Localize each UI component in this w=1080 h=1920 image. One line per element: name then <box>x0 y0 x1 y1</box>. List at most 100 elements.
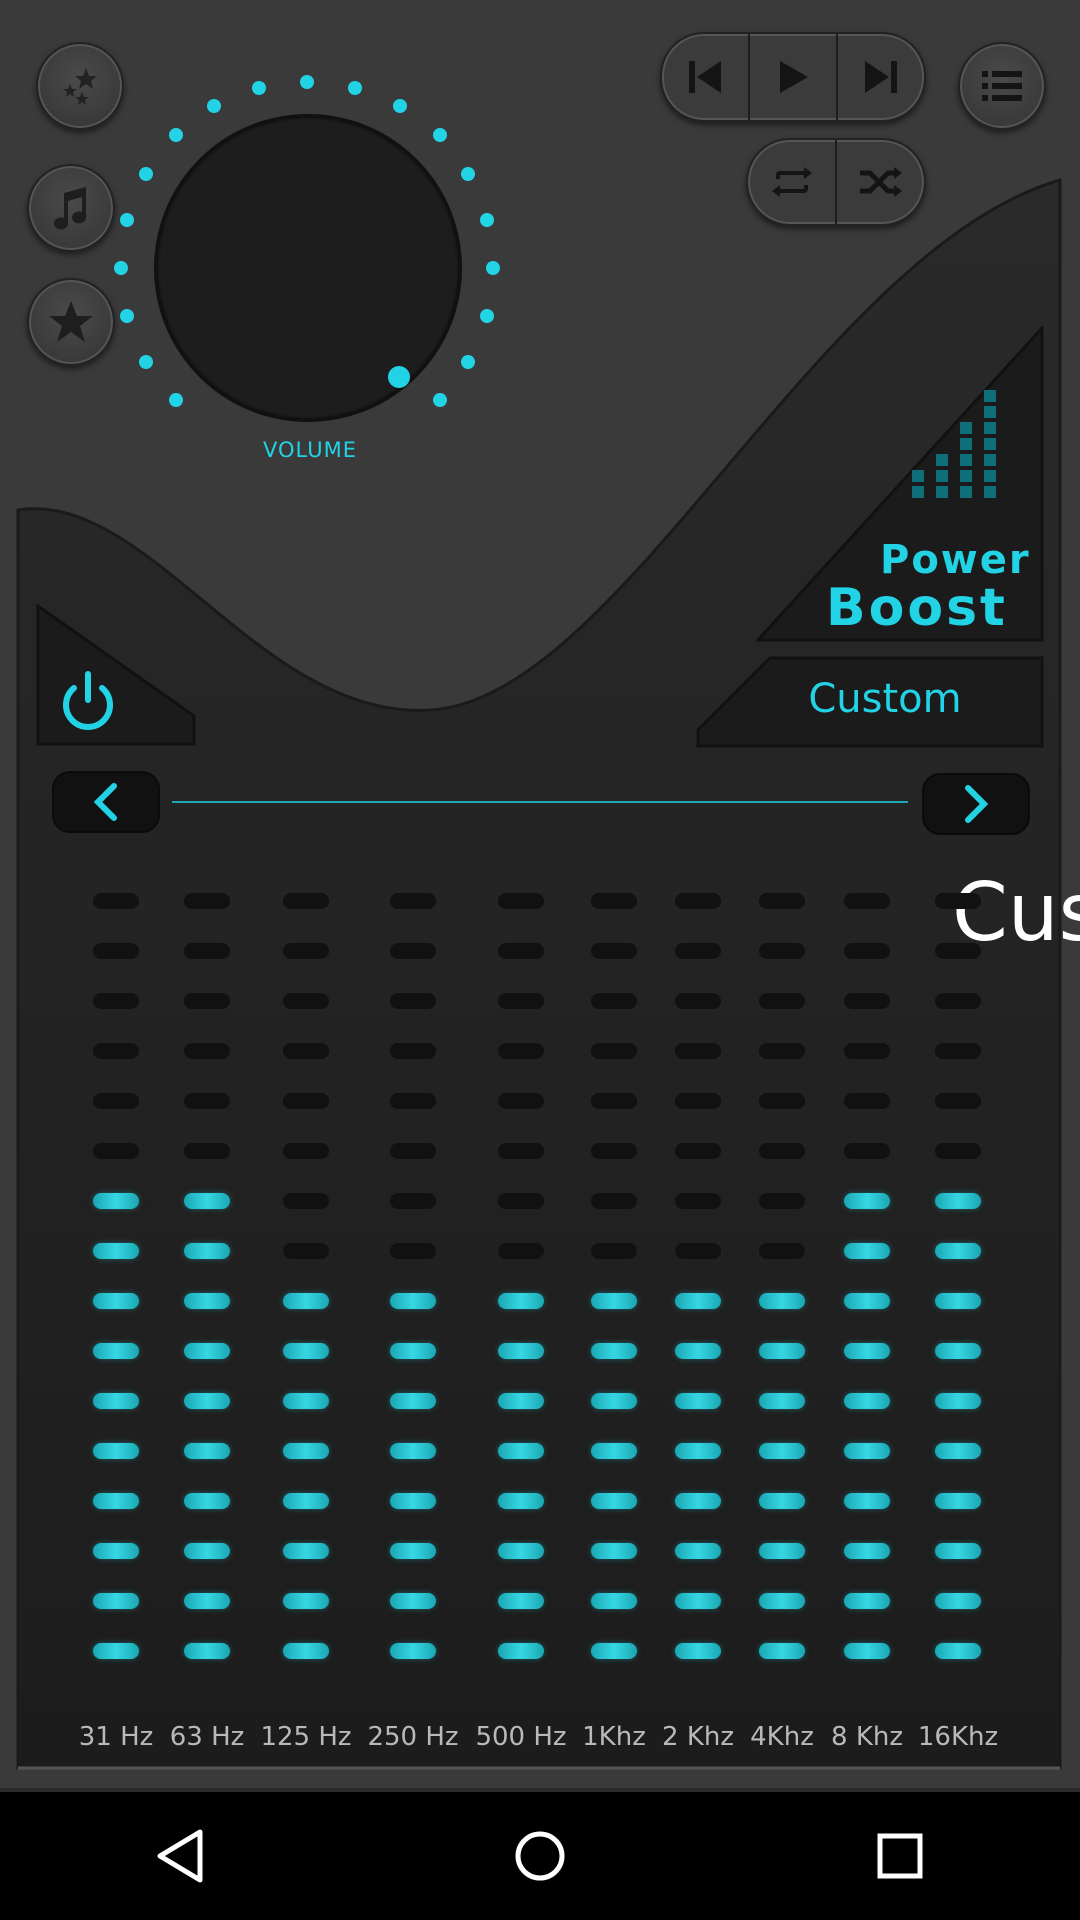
eq-level-segment <box>390 1243 436 1259</box>
eq-level-segment <box>93 1143 139 1159</box>
eq-level-segment-active <box>591 1393 637 1409</box>
eq-level-segment-active <box>675 1343 721 1359</box>
eq-level-segment-active <box>591 1443 637 1459</box>
eq-band-label: 125 Hz <box>260 1722 352 1752</box>
eq-band-slider[interactable] <box>498 893 552 1693</box>
eq-level-segment <box>498 893 544 909</box>
eq-level-segment-active <box>93 1543 139 1559</box>
eq-level-segment <box>844 1143 890 1159</box>
play-icon <box>780 61 808 93</box>
volume-dial[interactable] <box>110 70 510 470</box>
eq-level-segment <box>498 1193 544 1209</box>
play-button[interactable] <box>750 34 838 120</box>
eq-band-slider[interactable] <box>591 893 645 1693</box>
eq-level-segment <box>591 943 637 959</box>
sparkles-icon <box>63 68 97 105</box>
eq-level-segment <box>591 893 637 909</box>
eq-level-segment-active <box>759 1493 805 1509</box>
eq-level-segment <box>675 993 721 1009</box>
eq-level-segment-active <box>93 1193 139 1209</box>
previous-button[interactable] <box>662 34 750 120</box>
eq-level-segment-active <box>844 1243 890 1259</box>
back-icon[interactable] <box>150 1826 210 1886</box>
eq-level-segment <box>93 993 139 1009</box>
previous-preset-button[interactable] <box>52 771 160 833</box>
eq-level-segment <box>935 1093 981 1109</box>
eq-band-label: 31 Hz <box>78 1722 154 1752</box>
eq-band-slider[interactable] <box>93 893 147 1693</box>
preset-selector[interactable]: Custom <box>740 676 1030 722</box>
eq-level-segment-active <box>935 1393 981 1409</box>
eq-level-segment <box>935 893 981 909</box>
eq-level-segment-active <box>591 1493 637 1509</box>
mode-controls <box>746 138 926 226</box>
eq-level-segment-active <box>935 1443 981 1459</box>
eq-level-segment-active <box>935 1243 981 1259</box>
eq-level-segment <box>283 943 329 959</box>
eq-level-segment-active <box>759 1643 805 1659</box>
eq-level-segment <box>93 943 139 959</box>
eq-level-segment-active <box>184 1493 230 1509</box>
eq-level-segment-active <box>93 1443 139 1459</box>
eq-level-segment <box>591 1093 637 1109</box>
eq-level-segment-active <box>498 1393 544 1409</box>
eq-level-segment-active <box>844 1643 890 1659</box>
next-button[interactable] <box>838 34 924 120</box>
eq-level-segment <box>591 1193 637 1209</box>
eq-level-segment <box>390 1143 436 1159</box>
eq-band-slider[interactable] <box>935 893 989 1693</box>
shuffle-button[interactable] <box>837 140 924 224</box>
eq-band-slider[interactable] <box>759 893 813 1693</box>
eq-band-slider[interactable] <box>283 893 337 1693</box>
eq-level-segment-active <box>591 1293 637 1309</box>
eq-level-segment-active <box>390 1643 436 1659</box>
eq-level-segment-active <box>935 1293 981 1309</box>
eq-level-segment-active <box>935 1543 981 1559</box>
eq-level-segment-active <box>283 1293 329 1309</box>
eq-level-segment <box>93 893 139 909</box>
eq-band-label: 500 Hz <box>475 1722 567 1752</box>
eq-level-segment <box>184 1093 230 1109</box>
eq-level-segment-active <box>184 1293 230 1309</box>
transport-controls <box>660 32 926 122</box>
eq-level-segment-active <box>935 1493 981 1509</box>
next-preset-button[interactable] <box>922 773 1030 835</box>
eq-level-segment <box>935 1143 981 1159</box>
eq-level-segment-active <box>844 1443 890 1459</box>
eq-level-segment <box>93 1093 139 1109</box>
eq-level-segment-active <box>591 1643 637 1659</box>
recents-icon[interactable] <box>870 1826 930 1886</box>
eq-level-segment-active <box>498 1643 544 1659</box>
favorite-button[interactable] <box>27 278 115 366</box>
eq-level-segment-active <box>184 1643 230 1659</box>
eq-level-segment <box>844 1093 890 1109</box>
eq-level-segment-active <box>844 1193 890 1209</box>
eq-level-segment-active <box>93 1593 139 1609</box>
eq-level-segment-active <box>283 1543 329 1559</box>
power-toggle-button[interactable] <box>36 604 196 746</box>
eq-level-segment <box>283 1143 329 1159</box>
eq-level-segment-active <box>283 1593 329 1609</box>
volume-knob-group[interactable] <box>110 70 510 470</box>
music-button[interactable] <box>27 164 115 252</box>
repeat-button[interactable] <box>748 140 837 224</box>
eq-level-segment-active <box>93 1243 139 1259</box>
eq-level-segment-active <box>184 1243 230 1259</box>
eq-level-segment <box>844 993 890 1009</box>
eq-band-label: 1Khz <box>582 1722 646 1752</box>
eq-level-segment-active <box>675 1393 721 1409</box>
eq-band-slider[interactable] <box>390 893 444 1693</box>
home-icon[interactable] <box>510 1826 570 1886</box>
eq-level-segment-active <box>184 1343 230 1359</box>
eq-band-slider[interactable] <box>675 893 729 1693</box>
eq-level-segment-active <box>844 1493 890 1509</box>
eq-level-segment <box>591 993 637 1009</box>
system-navigation-bar <box>0 1792 1080 1920</box>
eq-band-slider[interactable] <box>844 893 898 1693</box>
eq-level-segment-active <box>675 1593 721 1609</box>
eq-level-segment <box>184 1143 230 1159</box>
eq-level-segment <box>184 1043 230 1059</box>
playlist-button[interactable] <box>958 42 1046 130</box>
eq-band-slider[interactable] <box>184 893 238 1693</box>
eq-level-segment <box>675 1093 721 1109</box>
